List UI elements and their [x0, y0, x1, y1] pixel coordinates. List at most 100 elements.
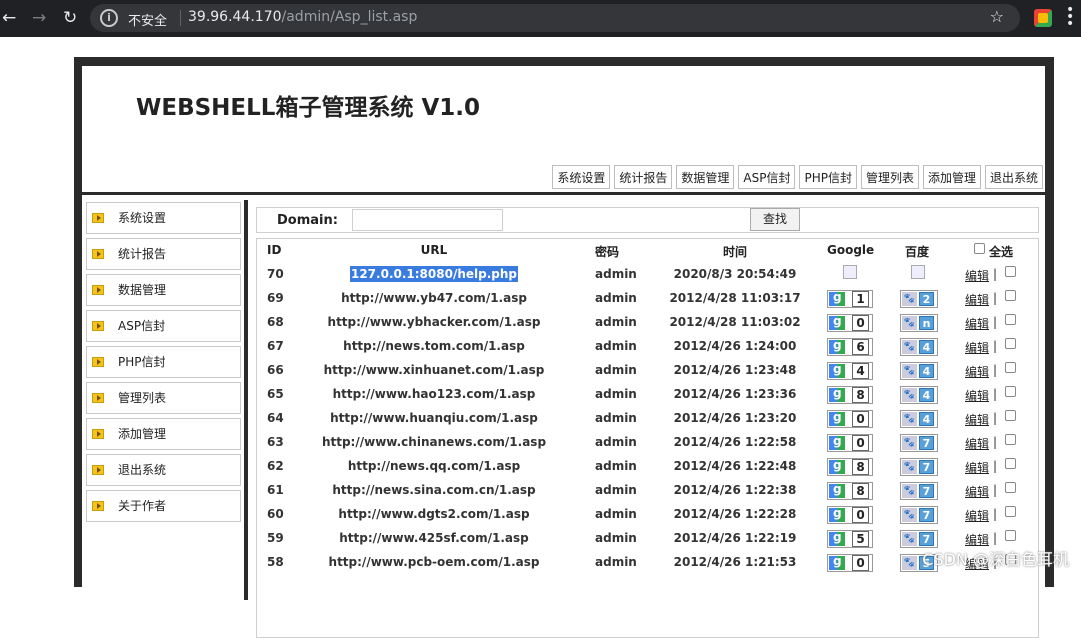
col-password: 密码 [595, 245, 620, 259]
row-checkbox[interactable] [1005, 530, 1016, 541]
sidebar-item[interactable]: 统计报告 [86, 238, 241, 270]
row-url[interactable]: http://www.ybhacker.com/1.asp [328, 315, 541, 329]
baidu-paw-icon: 🐾 [902, 508, 917, 522]
baidu-rank-value: 7 [919, 460, 934, 474]
top-nav-item[interactable]: 退出系统 [984, 165, 1043, 189]
sidebar-item-label: PHP信封 [118, 355, 166, 369]
sidebar-item[interactable]: 关于作者 [86, 490, 241, 522]
edit-link[interactable]: 编辑 [965, 507, 989, 524]
edit-link[interactable]: 编辑 [965, 363, 989, 380]
arrow-icon [92, 285, 104, 295]
menu-dots-icon[interactable]: • • • [1066, 3, 1074, 31]
edit-link[interactable]: 编辑 [965, 315, 989, 332]
row-checkbox[interactable] [1005, 506, 1016, 517]
row-url[interactable]: http://www.hao123.com/1.asp [333, 387, 536, 401]
domain-input[interactable] [352, 209, 503, 231]
sidebar-item[interactable]: 退出系统 [86, 454, 241, 486]
edit-link[interactable]: 编辑 [965, 483, 989, 500]
row-url-cell: http://news.tom.com/1.asp [317, 339, 551, 353]
table-header: ID URL 密码 时间 Google 百度 全选 [257, 239, 1040, 263]
row-checkbox[interactable] [1005, 386, 1016, 397]
row-url[interactable]: http://www.huanqiu.com/1.asp [330, 411, 538, 425]
row-password: admin [595, 483, 637, 497]
back-icon[interactable]: ← [2, 8, 16, 28]
row-checkbox[interactable] [1005, 434, 1016, 445]
google-rank: 0 [827, 410, 873, 428]
row-url[interactable]: http://www.dgts2.com/1.asp [338, 507, 529, 521]
row-checkbox[interactable] [1005, 266, 1016, 277]
select-all-label: 全选 [989, 245, 1014, 259]
row-time: 2012/4/26 1:23:20 [673, 411, 797, 425]
sidebar-item[interactable]: 管理列表 [86, 382, 241, 414]
row-checkbox[interactable] [1005, 290, 1016, 301]
top-nav-item[interactable]: 添加管理 [922, 165, 981, 189]
google-icon [829, 506, 845, 522]
row-url[interactable]: 127.0.0.1:8080/help.php [349, 266, 519, 282]
separator: | [993, 267, 998, 281]
top-nav-item[interactable]: 统计报告 [614, 165, 673, 189]
insecure-label: 不安全 [128, 14, 168, 29]
row-checkbox[interactable] [1005, 338, 1016, 349]
reload-icon[interactable]: ↻ [63, 8, 77, 28]
top-nav-item[interactable]: 系统设置 [552, 165, 611, 189]
edit-link[interactable]: 编辑 [965, 387, 989, 404]
bookmark-star-icon[interactable]: ☆ [990, 7, 1004, 26]
sidebar-item[interactable]: 添加管理 [86, 418, 241, 450]
baidu-rank: 🐾 4 [900, 362, 938, 380]
separator: | [993, 315, 998, 329]
top-nav-item[interactable]: 数据管理 [676, 165, 735, 189]
url-text[interactable]: 39.96.44.170/admin/Asp_list.asp [188, 9, 417, 25]
row-url[interactable]: http://news.sina.com.cn/1.asp [332, 483, 535, 497]
edit-link[interactable]: 编辑 [965, 435, 989, 452]
info-icon[interactable]: i [100, 9, 118, 27]
row-url-cell: http://www.ybhacker.com/1.asp [317, 315, 551, 329]
top-nav-item[interactable]: 管理列表 [860, 165, 919, 189]
sidebar-item[interactable]: 数据管理 [86, 274, 241, 306]
select-all-checkbox[interactable] [974, 243, 985, 254]
row-id: 67 [267, 339, 284, 353]
sidebar-item[interactable]: ASP信封 [86, 310, 241, 342]
table-row: 61 http://news.sina.com.cn/1.asp admin 2012… [257, 479, 1040, 503]
top-nav-item[interactable]: PHP信封 [799, 165, 857, 189]
table-row: 70 127.0.0.1:8080/help.php admin 2020/8/3 2… [257, 263, 1040, 287]
row-url[interactable]: http://news.tom.com/1.asp [343, 339, 525, 353]
edit-link[interactable]: 编辑 [965, 459, 989, 476]
sidebar-item-label: 管理列表 [118, 391, 167, 405]
sidebar-item[interactable]: PHP信封 [86, 346, 241, 378]
google-rank-value: 0 [852, 411, 869, 427]
row-url[interactable]: http://www.yb47.com/1.asp [341, 291, 527, 305]
search-button[interactable]: 查找 [750, 208, 800, 231]
address-bar[interactable]: i 不安全 39.96.44.170/admin/Asp_list.asp ☆ [90, 4, 1020, 32]
table-row: 63 http://www.chinanews.com/1.asp admin 201… [257, 431, 1040, 455]
edit-link[interactable]: 编辑 [965, 411, 989, 428]
baidu-rank-image [911, 265, 925, 279]
row-checkbox[interactable] [1005, 458, 1016, 469]
row-time: 2020/8/3 20:54:49 [673, 267, 797, 281]
edit-link[interactable]: 编辑 [965, 267, 989, 284]
row-checkbox[interactable] [1005, 482, 1016, 493]
google-rank-image [843, 265, 857, 279]
edit-link[interactable]: 编辑 [965, 339, 989, 356]
row-url[interactable]: http://www.xinhuanet.com/1.asp [324, 363, 545, 377]
row-password: admin [595, 531, 637, 545]
separator: | [993, 411, 998, 425]
row-id: 69 [267, 291, 284, 305]
forward-icon[interactable]: → [32, 8, 46, 28]
row-checkbox[interactable] [1005, 410, 1016, 421]
row-url[interactable]: http://news.qq.com/1.asp [348, 459, 520, 473]
baidu-rank: 🐾 n [900, 314, 938, 332]
google-icon [829, 314, 845, 330]
sidebar-item[interactable]: 系统设置 [86, 202, 241, 234]
arrow-icon [92, 213, 104, 223]
divider [180, 10, 181, 26]
row-url[interactable]: http://www.pcb-oem.com/1.asp [329, 555, 540, 569]
row-checkbox[interactable] [1005, 314, 1016, 325]
row-url[interactable]: http://www.425sf.com/1.asp [339, 531, 529, 545]
google-rank-value: 8 [852, 459, 869, 475]
google-rank-value: 0 [852, 315, 869, 331]
edit-link[interactable]: 编辑 [965, 291, 989, 308]
row-url[interactable]: http://www.chinanews.com/1.asp [322, 435, 546, 449]
row-checkbox[interactable] [1005, 362, 1016, 373]
extension-icon[interactable] [1034, 9, 1052, 27]
top-nav-item[interactable]: ASP信封 [738, 165, 796, 189]
